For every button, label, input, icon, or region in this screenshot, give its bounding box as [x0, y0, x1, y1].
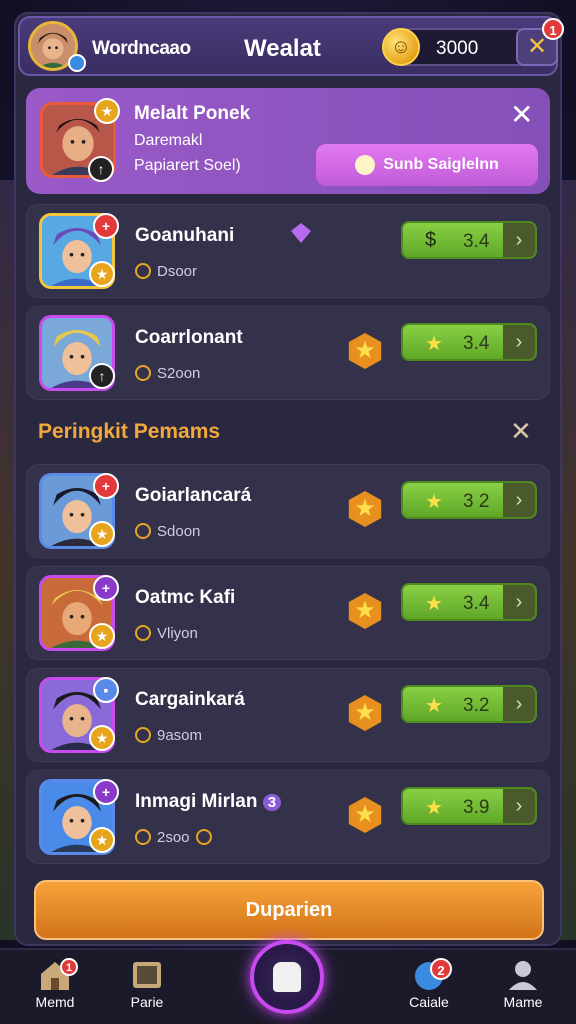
- price-button[interactable]: ★ 3.2 ›: [401, 685, 537, 723]
- notification-badge: 1: [542, 18, 564, 40]
- nav-center-button[interactable]: [250, 940, 324, 1014]
- row-badge: +: [93, 473, 119, 499]
- row-name: Goiarlancará: [135, 485, 252, 506]
- price-button[interactable]: ★ 3.4 ›: [401, 323, 537, 361]
- ranking-row[interactable]: + ★ Goiarlancará ★ Sdoon ★ 3 2 ›: [26, 464, 550, 558]
- gift-icon: [355, 154, 376, 175]
- row-sub: 9asom: [135, 727, 202, 744]
- featured-subtitle-2: Papiarert Soel): [134, 157, 241, 174]
- star-hex-icon: ★: [348, 797, 382, 833]
- coin-icon: ☺: [382, 28, 420, 66]
- chevron-right-icon: ›: [503, 585, 535, 619]
- price-button[interactable]: ★ 3.9 ›: [401, 787, 537, 825]
- avatar-edit-badge: [68, 54, 86, 72]
- ranking-row[interactable]: ▪ ★ Cargainkará ★ 9asom ★ 3.2 ›: [26, 668, 550, 762]
- row-level-badge: ★: [89, 261, 115, 287]
- featured-close-icon[interactable]: ✕: [510, 98, 533, 131]
- nav-chat-badge: 2: [430, 958, 452, 980]
- row-name: Cargainkará: [135, 689, 245, 710]
- featured-card[interactable]: ★ ↑ Melalt Ponek Daremakl Papiarert Soel…: [26, 88, 550, 194]
- row-level-badge: ★: [89, 521, 115, 547]
- star-icon: ★: [425, 593, 443, 615]
- star-hex-icon: ★: [348, 695, 382, 731]
- row-name: Oatmc Kafi: [135, 587, 236, 608]
- price-button[interactable]: $ 3.4 ›: [401, 221, 537, 259]
- star-hex-icon: ★: [348, 491, 382, 527]
- star-hex-icon: ★: [348, 333, 382, 369]
- row-level-badge: ★: [89, 725, 115, 751]
- top-header: Wordncaao Wealat ☺ 3000 ✕ 1: [18, 16, 564, 76]
- board-icon: [133, 962, 161, 988]
- row-sub: Vliyon: [135, 625, 198, 642]
- username: Wordncaao: [92, 38, 191, 59]
- coin-mini-icon: [135, 263, 151, 279]
- nav-item-caiale[interactable]: Caiale: [394, 958, 464, 1010]
- chevron-right-icon: ›: [503, 325, 535, 359]
- price-value: 3.9: [463, 797, 490, 818]
- price-value: 3.4: [463, 333, 490, 354]
- price-value: 3.4: [463, 231, 490, 252]
- chevron-right-icon: ›: [503, 789, 535, 823]
- row-badge: ▪: [93, 677, 119, 703]
- star-icon: ★: [425, 491, 443, 513]
- ranking-row[interactable]: + ★ Oatmc Kafi ★ Vliyon ★ 3.4 ›: [26, 566, 550, 660]
- coin-balance[interactable]: ☺ 3000: [382, 28, 538, 66]
- price-button[interactable]: ★ 3 2 ›: [401, 481, 537, 519]
- row-name: Goanuhani: [135, 225, 235, 246]
- coin-value: 3000: [436, 38, 479, 59]
- coin-mini-icon: [195, 829, 212, 845]
- ranking-row[interactable]: + ★ Inmagi Mirlan 3 ★ 2soo ★ 3.9 ›: [26, 770, 550, 864]
- row-level-badge: ★: [89, 827, 115, 853]
- row-badge: +: [93, 213, 119, 239]
- nav-home-badge: 1: [60, 958, 78, 976]
- nav-item-home[interactable]: Memd: [20, 958, 90, 1010]
- row-status-badge: ↑: [89, 363, 115, 389]
- price-button[interactable]: ★ 3.4 ›: [401, 583, 537, 621]
- star-icon: ★: [425, 797, 443, 819]
- chevron-right-icon: ›: [503, 223, 535, 257]
- nav-item-profile[interactable]: Mame: [488, 958, 558, 1010]
- row-sub: S2oon: [135, 365, 200, 382]
- row-name: Inmagi Mirlan 3: [135, 791, 282, 813]
- row-badge: +: [93, 779, 119, 805]
- price-value: 3.2: [463, 695, 490, 716]
- chevron-right-icon: ›: [503, 483, 535, 517]
- row-sub: Dsoor: [135, 263, 197, 280]
- coin-mini-icon: [135, 829, 151, 845]
- row-level-badge: ★: [89, 623, 115, 649]
- star-icon: ★: [425, 695, 443, 717]
- featured-action-button[interactable]: Sunb Saiglelnn: [316, 144, 538, 186]
- primary-cta-button[interactable]: Duparien: [34, 880, 544, 940]
- nav-item-parie[interactable]: Parie: [112, 958, 182, 1010]
- featured-action-label: Sunb Saiglelnn: [383, 156, 499, 173]
- price-value: 3 2: [463, 491, 490, 512]
- featured-subtitle-1: Daremakl: [134, 132, 203, 149]
- page-title: Wealat: [244, 35, 321, 62]
- star-hex-icon: ★: [348, 593, 382, 629]
- chevron-right-icon: ›: [503, 687, 535, 721]
- list-item[interactable]: + ★ Goanuhani Dsoor $ 3.4 ›: [26, 204, 550, 298]
- shop-bag-icon: [273, 962, 301, 992]
- name-gem-badge: 3: [262, 794, 282, 811]
- row-badge: +: [93, 575, 119, 601]
- price-icon: $: [425, 229, 437, 251]
- coin-mini-icon: [135, 625, 151, 641]
- featured-status-badge: ↑: [88, 156, 114, 182]
- gem-icon: [291, 223, 311, 243]
- profile-icon: [509, 961, 537, 990]
- row-sub: Sdoon: [135, 523, 200, 540]
- list-item[interactable]: ↑ Coarrlonant ★ S2oon ★ 3.4 ›: [26, 306, 550, 400]
- section-title: Peringkit Pemams: [38, 420, 221, 443]
- row-name: Coarrlonant: [135, 327, 243, 348]
- coin-mini-icon: [135, 365, 151, 381]
- price-value: 3.4: [463, 593, 490, 614]
- section-close-icon[interactable]: ✕: [510, 416, 532, 447]
- featured-rank-badge: ★: [94, 98, 120, 124]
- row-sub: 2soo: [135, 829, 218, 846]
- coin-mini-icon: [135, 727, 151, 743]
- featured-name: Melalt Ponek: [134, 103, 251, 124]
- star-icon: ★: [425, 333, 443, 355]
- coin-mini-icon: [135, 523, 151, 539]
